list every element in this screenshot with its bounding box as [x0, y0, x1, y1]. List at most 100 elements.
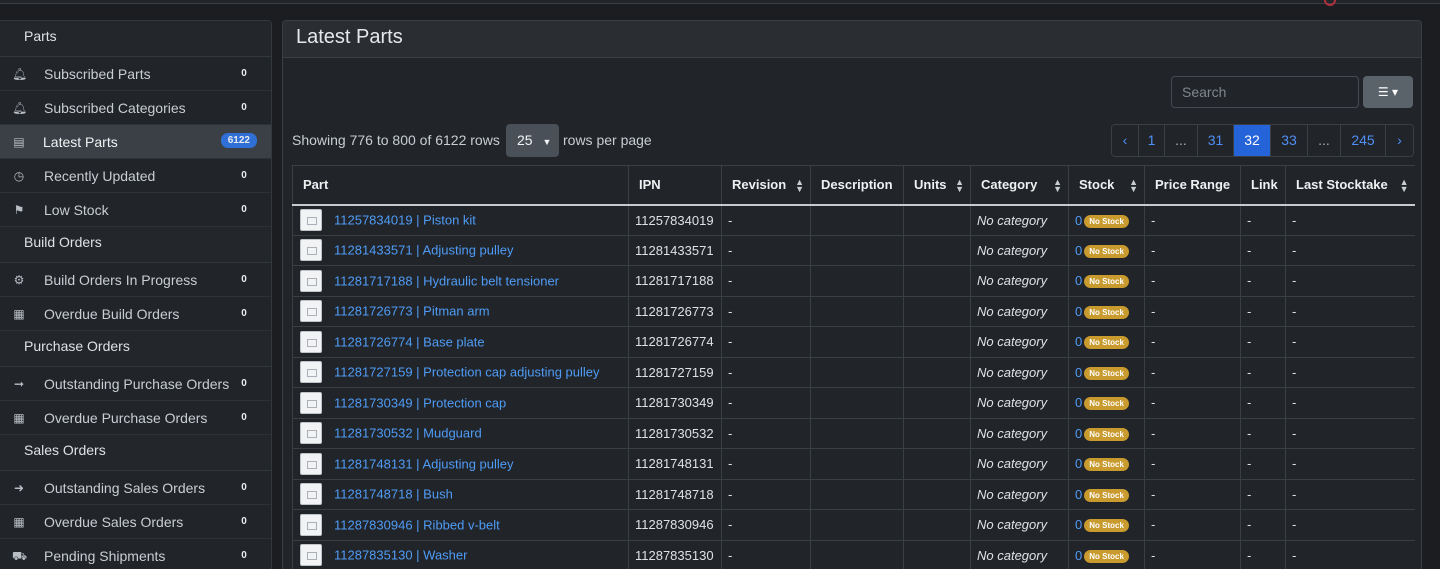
units-cell	[903, 357, 971, 388]
search-input[interactable]: Search	[1171, 76, 1359, 108]
part-link[interactable]: 11281726773 | Pitman arm	[334, 304, 490, 319]
part-link[interactable]: 11281726774 | Base plate	[334, 334, 485, 349]
units-cell	[903, 540, 971, 569]
table-row[interactable]: 11281748131 | Adjusting pulley 1128174813…	[292, 448, 1415, 480]
page-ellipsis: ...	[1165, 125, 1198, 156]
column-header[interactable]: Last Stocktake ▲ ▼	[1285, 165, 1415, 206]
table-row[interactable]: 11281730349 | Protection cap 11281730349-…	[292, 387, 1415, 419]
column-header[interactable]: Units ▲ ▼	[903, 165, 971, 206]
sidebar-item-label: Build Orders In Progress	[44, 272, 198, 288]
sidebar-item-overdue-sales-orders[interactable]: ▦ Overdue Sales Orders 0	[0, 505, 271, 539]
table-row[interactable]: 11287830946 | Ribbed v-belt 11287830946- N…	[292, 509, 1415, 541]
category-cell: No category	[970, 448, 1069, 480]
sidebar-item-pending-shipments[interactable]: ⛟ Pending Shipments 0	[0, 539, 271, 569]
table-row[interactable]: 11281748718 | Bush 11281748718- No categor…	[292, 479, 1415, 510]
page-button[interactable]: 245	[1341, 125, 1386, 156]
revision-cell: -	[721, 235, 811, 266]
link-cell: -	[1240, 296, 1286, 327]
sidebar-item-low-stock[interactable]: ⚑ Low Stock 0	[0, 193, 271, 227]
prev-page-button[interactable]: ‹	[1112, 125, 1139, 156]
sidebar-section-parts: Parts	[0, 21, 271, 57]
page-button[interactable]: 1	[1139, 125, 1165, 156]
sidebar-item-subscribed-parts[interactable]: 🔔︎ Subscribed Parts 0	[0, 57, 271, 91]
sidebar: Parts 🔔︎ Subscribed Parts 0 🔔︎ Subscribe…	[0, 20, 272, 569]
stock-link[interactable]: 0	[1075, 273, 1082, 288]
page-button[interactable]: 32	[1234, 125, 1271, 156]
sidebar-item-outstanding-purchase-orders[interactable]: ➞ Outstanding Purchase Orders 0	[0, 367, 271, 401]
stock-link[interactable]: 0	[1075, 517, 1082, 532]
sidebar-item-outstanding-sales-orders[interactable]: ➜ Outstanding Sales Orders 0	[0, 471, 271, 505]
count-badge: 0	[241, 170, 247, 181]
columns-toggle-button[interactable]: ☰ ▾	[1363, 76, 1413, 108]
description-cell	[810, 387, 904, 419]
ipn-cell: 11281433571	[628, 235, 722, 266]
stock-link[interactable]: 0	[1075, 304, 1082, 319]
stock-cell: 0 No Stock	[1068, 357, 1145, 388]
table-row[interactable]: 11281727159 | Protection cap adjusting p…	[292, 357, 1415, 388]
rows-per-page-select[interactable]: 25 ▼	[506, 124, 559, 157]
stock-link[interactable]: 0	[1075, 456, 1082, 471]
table-row[interactable]: 11257834019 | Piston kit 11257834019- No c…	[292, 204, 1415, 236]
table-row[interactable]: 11281726773 | Pitman arm 11281726773- No c…	[292, 296, 1415, 327]
calendar-x-icon: ▦	[13, 515, 25, 529]
stock-link[interactable]: 0	[1075, 243, 1082, 258]
part-link[interactable]: 11257834019 | Piston kit	[334, 213, 476, 228]
column-header-label: Category	[981, 177, 1038, 193]
column-header[interactable]: Link	[1240, 165, 1286, 206]
price-range-cell: -	[1144, 326, 1241, 358]
part-link[interactable]: 11281748131 | Adjusting pulley	[334, 456, 514, 471]
sidebar-item-latest-parts[interactable]: ▤ Latest Parts 6122	[0, 125, 271, 159]
count-badge: 0	[241, 204, 247, 215]
next-page-button[interactable]: ›	[1386, 125, 1413, 156]
part-thumbnail	[300, 330, 322, 353]
column-header[interactable]: Price Range	[1144, 165, 1241, 206]
sidebar-item-label: Latest Parts	[43, 134, 118, 150]
price-range-cell: -	[1144, 387, 1241, 419]
sidebar-item-overdue-build-orders[interactable]: ▦ Overdue Build Orders 0	[0, 297, 271, 331]
sidebar-item-recently-updated[interactable]: ◷ Recently Updated 0	[0, 159, 271, 193]
part-link[interactable]: 11281730349 | Protection cap	[334, 395, 506, 410]
table-row[interactable]: 11281717188 | Hydraulic belt tensioner 11…	[292, 265, 1415, 297]
part-link[interactable]: 11281433571 | Adjusting pulley	[334, 243, 514, 258]
part-link[interactable]: 11281730532 | Mudguard	[334, 426, 482, 441]
stock-link[interactable]: 0	[1075, 548, 1082, 563]
page-button[interactable]: 33	[1271, 125, 1308, 156]
pagination-info: Showing 776 to 800 of 6122 rows	[292, 132, 500, 148]
sidebar-item-label: Subscribed Categories	[44, 100, 186, 116]
stock-link[interactable]: 0	[1075, 395, 1082, 410]
sign-in-icon: ➞	[13, 377, 25, 391]
column-header[interactable]: Description	[810, 165, 904, 206]
stock-link[interactable]: 0	[1075, 213, 1082, 228]
part-link[interactable]: 11281748718 | Bush	[334, 487, 453, 502]
revision-cell: -	[721, 540, 811, 569]
last-stocktake-cell: -	[1285, 448, 1415, 480]
column-header[interactable]: Revision ▲ ▼	[721, 165, 811, 206]
stock-link[interactable]: 0	[1075, 334, 1082, 349]
sidebar-item-overdue-purchase-orders[interactable]: ▦ Overdue Purchase Orders 0	[0, 401, 271, 435]
sidebar-item-label: Subscribed Parts	[44, 66, 151, 82]
ipn-cell: 11281726774	[628, 326, 722, 358]
part-link[interactable]: 11287830946 | Ribbed v-belt	[334, 517, 500, 532]
caret-down-icon: ▾	[1392, 85, 1399, 99]
column-header[interactable]: Stock ▲ ▼	[1068, 165, 1145, 206]
stock-link[interactable]: 0	[1075, 365, 1082, 380]
table-row[interactable]: 11281726774 | Base plate 11281726774- No c…	[292, 326, 1415, 358]
table-row[interactable]: 11281730532 | Mudguard 11281730532- No cat…	[292, 418, 1415, 449]
column-header-label: Link	[1251, 177, 1278, 193]
truck-icon: ⛟	[12, 549, 28, 563]
part-link[interactable]: 11281717188 | Hydraulic belt tensioner	[334, 273, 559, 288]
page-button[interactable]: 31	[1198, 125, 1234, 156]
column-header[interactable]: IPN	[628, 165, 722, 206]
stock-link[interactable]: 0	[1075, 487, 1082, 502]
sidebar-item-label: Overdue Purchase Orders	[44, 410, 208, 426]
column-header[interactable]: Part	[292, 165, 629, 206]
sidebar-item-subscribed-categories[interactable]: 🔔︎ Subscribed Categories 0	[0, 91, 271, 125]
stock-link[interactable]: 0	[1075, 426, 1082, 441]
part-link[interactable]: 11287835130 | Washer	[334, 548, 467, 563]
column-header[interactable]: Category ▲ ▼	[970, 165, 1069, 206]
table-row[interactable]: 11281433571 | Adjusting pulley 1128143357…	[292, 235, 1415, 266]
table-row[interactable]: 11287835130 | Washer 11287835130- No categ…	[292, 540, 1415, 569]
part-link[interactable]: 11281727159 | Protection cap adjusting p…	[334, 365, 600, 380]
sidebar-item-build-orders-in-progress[interactable]: ⚙ Build Orders In Progress 0	[0, 263, 271, 297]
sidebar-item-label: Overdue Sales Orders	[44, 514, 184, 530]
